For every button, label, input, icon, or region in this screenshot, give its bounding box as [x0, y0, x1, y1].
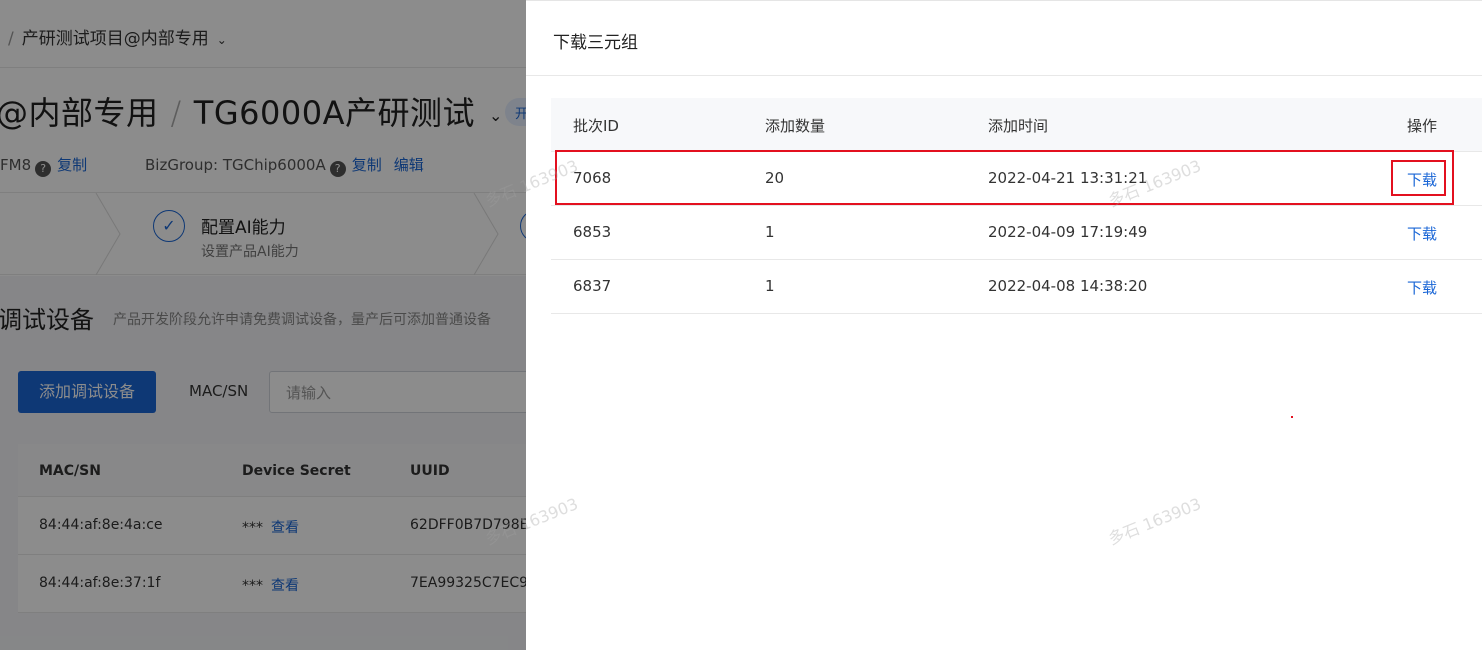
- drawer-title: 下载三元组: [553, 33, 638, 53]
- table-row: 6853 1 2022-04-09 17:19:49 下载: [551, 206, 1482, 260]
- batch-table: 批次ID 添加数量 添加时间 操作 7068 20 2022-04-21 13:…: [551, 98, 1482, 314]
- annotation-dot: [1291, 416, 1293, 418]
- cell-count: 20: [765, 169, 785, 187]
- col-header-batch-id: 批次ID: [573, 117, 619, 135]
- col-header-count: 添加数量: [765, 117, 826, 135]
- drawer-divider: [526, 75, 1482, 76]
- cell-batch-id: 6837: [573, 277, 612, 295]
- cell-count: 1: [765, 277, 775, 295]
- table-header: 批次ID 添加数量 添加时间 操作: [551, 98, 1482, 152]
- modal-overlay[interactable]: [0, 0, 526, 650]
- cell-batch-id: 6853: [573, 223, 612, 241]
- cell-batch-id: 7068: [573, 169, 612, 187]
- cell-time: 2022-04-21 13:31:21: [988, 169, 1148, 187]
- table-row: 6837 1 2022-04-08 14:38:20 下载: [551, 260, 1482, 314]
- cell-count: 1: [765, 223, 775, 241]
- cell-time: 2022-04-08 14:38:20: [988, 277, 1148, 295]
- download-triple-drawer: 下载三元组 批次ID 添加数量 添加时间 操作 7068 20 2022-04-…: [526, 0, 1482, 650]
- col-header-time: 添加时间: [988, 117, 1049, 135]
- cell-time: 2022-04-09 17:19:49: [988, 223, 1148, 241]
- col-header-action: 操作: [1407, 117, 1438, 135]
- download-link[interactable]: 下载: [1407, 223, 1437, 244]
- table-row: 7068 20 2022-04-21 13:31:21 下载: [551, 152, 1482, 206]
- download-link[interactable]: 下载: [1407, 169, 1437, 190]
- download-link[interactable]: 下载: [1407, 277, 1437, 298]
